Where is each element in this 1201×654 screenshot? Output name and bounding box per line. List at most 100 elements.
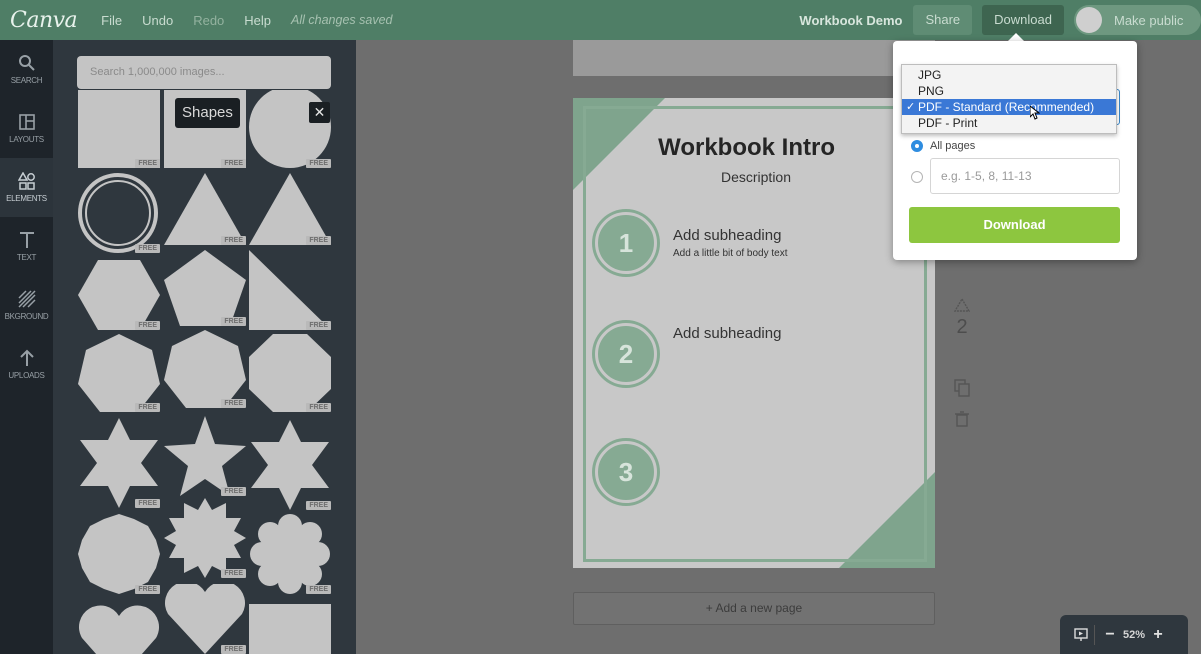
- delete-page-icon[interactable]: [955, 411, 969, 427]
- mouse-cursor-icon: [1030, 106, 1040, 120]
- shape-heart[interactable]: [78, 602, 160, 654]
- rail-item-text[interactable]: TEXT: [0, 217, 53, 276]
- free-badge: FREE: [135, 321, 160, 330]
- shape-triangle[interactable]: FREE: [164, 173, 246, 245]
- rail-item-background[interactable]: BKGROUND: [0, 276, 53, 335]
- search-icon: [18, 55, 35, 71]
- file-type-option-jpg[interactable]: JPG: [902, 67, 1116, 83]
- shape-hexagon[interactable]: FREE: [78, 260, 160, 330]
- shape-triangle-outline[interactable]: FREE: [249, 173, 331, 245]
- presentation-icon[interactable]: [1074, 627, 1088, 642]
- close-icon[interactable]: ✕: [309, 102, 330, 123]
- free-badge: FREE: [221, 317, 246, 326]
- image-search-input[interactable]: Search 1,000,000 images...: [77, 56, 331, 89]
- duplicate-page-icon[interactable]: [954, 379, 970, 397]
- zoom-out-button[interactable]: −: [1101, 626, 1119, 644]
- menu-undo[interactable]: Undo: [142, 13, 173, 28]
- all-pages-label: All pages: [930, 140, 976, 152]
- step-subheading-1[interactable]: Add subheading: [673, 227, 781, 244]
- shape-square[interactable]: FREE: [78, 90, 160, 168]
- document-title[interactable]: Workbook Demo: [799, 13, 902, 28]
- page-title[interactable]: Workbook Intro: [573, 134, 935, 162]
- rail-label: ELEMENTS: [6, 194, 47, 203]
- previous-page-preview[interactable]: [573, 40, 935, 76]
- rail-item-elements[interactable]: ELEMENTS: [0, 158, 53, 217]
- free-badge: FREE: [135, 403, 160, 412]
- zoom-control: − 52% +: [1060, 615, 1188, 654]
- shape-star-5[interactable]: FREE: [164, 416, 246, 496]
- free-badge: FREE: [221, 399, 246, 408]
- add-page-button[interactable]: + Add a new page: [573, 592, 935, 625]
- page-range-input[interactable]: [930, 158, 1120, 194]
- page-description[interactable]: Description: [573, 169, 935, 185]
- free-badge: FREE: [221, 487, 246, 496]
- make-public-toggle[interactable]: Make public: [1074, 5, 1201, 35]
- download-button[interactable]: Download: [982, 5, 1064, 35]
- step-subheading-2[interactable]: Add subheading: [673, 325, 781, 342]
- free-badge: FREE: [135, 159, 160, 168]
- shape-right-triangle[interactable]: FREE: [249, 250, 331, 330]
- save-status: All changes saved: [291, 13, 393, 27]
- rail-item-uploads[interactable]: UPLOADS: [0, 335, 53, 394]
- share-button[interactable]: Share: [913, 5, 973, 35]
- rail-label: BKGROUND: [4, 312, 49, 321]
- shape-flower[interactable]: FREE: [249, 514, 331, 594]
- rail-item-search[interactable]: SEARCH: [0, 40, 53, 99]
- free-badge: FREE: [306, 321, 331, 330]
- make-public-label: Make public: [1114, 12, 1184, 28]
- free-badge: FREE: [306, 501, 331, 510]
- canva-logo[interactable]: Canva: [10, 8, 78, 33]
- step-body-1[interactable]: Add a little bit of body text: [673, 248, 788, 259]
- free-badge: FREE: [221, 236, 246, 245]
- page-range-option[interactable]: [911, 171, 923, 183]
- rail-label: UPLOADS: [8, 371, 45, 380]
- shape-scallop[interactable]: FREE: [78, 514, 160, 594]
- popover-arrow: [1008, 33, 1024, 41]
- free-badge: FREE: [221, 159, 246, 168]
- shape-square-2[interactable]: [249, 604, 331, 654]
- file-type-option-pdf-standard[interactable]: ✓ PDF - Standard (Recommended): [902, 99, 1116, 115]
- free-badge: FREE: [306, 585, 331, 594]
- step-circle-1[interactable]: 1: [595, 212, 657, 274]
- page-number: 2: [956, 316, 968, 338]
- file-type-option-pdf-print[interactable]: PDF - Print: [902, 115, 1116, 131]
- file-type-dropdown-list: JPG PNG ✓ PDF - Standard (Recommended) PD…: [901, 64, 1117, 134]
- free-badge: FREE: [135, 499, 160, 508]
- shape-pentagon[interactable]: FREE: [164, 250, 246, 326]
- shape-ring[interactable]: FREE: [78, 173, 160, 253]
- shape-octagon[interactable]: FREE: [249, 334, 331, 412]
- rail-item-layouts[interactable]: LAYOUTS: [0, 99, 53, 158]
- layouts-icon: [18, 114, 35, 130]
- design-page[interactable]: Workbook Intro Description 1 Add subhead…: [573, 98, 935, 568]
- zoom-level[interactable]: 52%: [1123, 629, 1145, 641]
- move-up-icon[interactable]: [954, 298, 970, 312]
- elements-icon: [17, 172, 35, 190]
- page-side-tools: 2: [952, 298, 972, 427]
- shape-star-6-alt[interactable]: FREE: [249, 420, 331, 510]
- all-pages-option[interactable]: All pages: [911, 140, 975, 152]
- shape-burst[interactable]: FREE: [164, 498, 246, 578]
- page-range-radio[interactable]: [911, 171, 923, 183]
- all-pages-radio[interactable]: [911, 140, 923, 152]
- free-badge: FREE: [306, 236, 331, 245]
- menu-bar: File Undo Redo Help All changes saved: [101, 13, 412, 28]
- zoom-in-button[interactable]: +: [1149, 626, 1167, 644]
- left-rail: SEARCH LAYOUTS ELEMENTS TEXT BKGROUND UP…: [0, 40, 53, 654]
- free-badge: FREE: [135, 585, 160, 594]
- file-type-option-png[interactable]: PNG: [902, 83, 1116, 99]
- menu-redo[interactable]: Redo: [193, 13, 224, 28]
- shape-star-6[interactable]: FREE: [78, 418, 160, 508]
- menu-help[interactable]: Help: [244, 13, 271, 28]
- step-circle-2[interactable]: 2: [595, 323, 657, 385]
- free-badge: FREE: [135, 244, 160, 253]
- shape-heptagon[interactable]: FREE: [78, 334, 160, 412]
- shape-heart-2[interactable]: FREE: [164, 584, 246, 654]
- menu-file[interactable]: File: [101, 13, 122, 28]
- free-badge: FREE: [221, 569, 246, 578]
- upload-icon: [19, 349, 34, 366]
- elements-panel: Search 1,000,000 images... FREE FREE FRE…: [53, 40, 356, 654]
- shape-heptagon-2[interactable]: FREE: [164, 330, 246, 408]
- shapes-tooltip: Shapes: [175, 98, 240, 128]
- download-confirm-button[interactable]: Download: [909, 207, 1120, 243]
- step-circle-3[interactable]: 3: [595, 441, 657, 503]
